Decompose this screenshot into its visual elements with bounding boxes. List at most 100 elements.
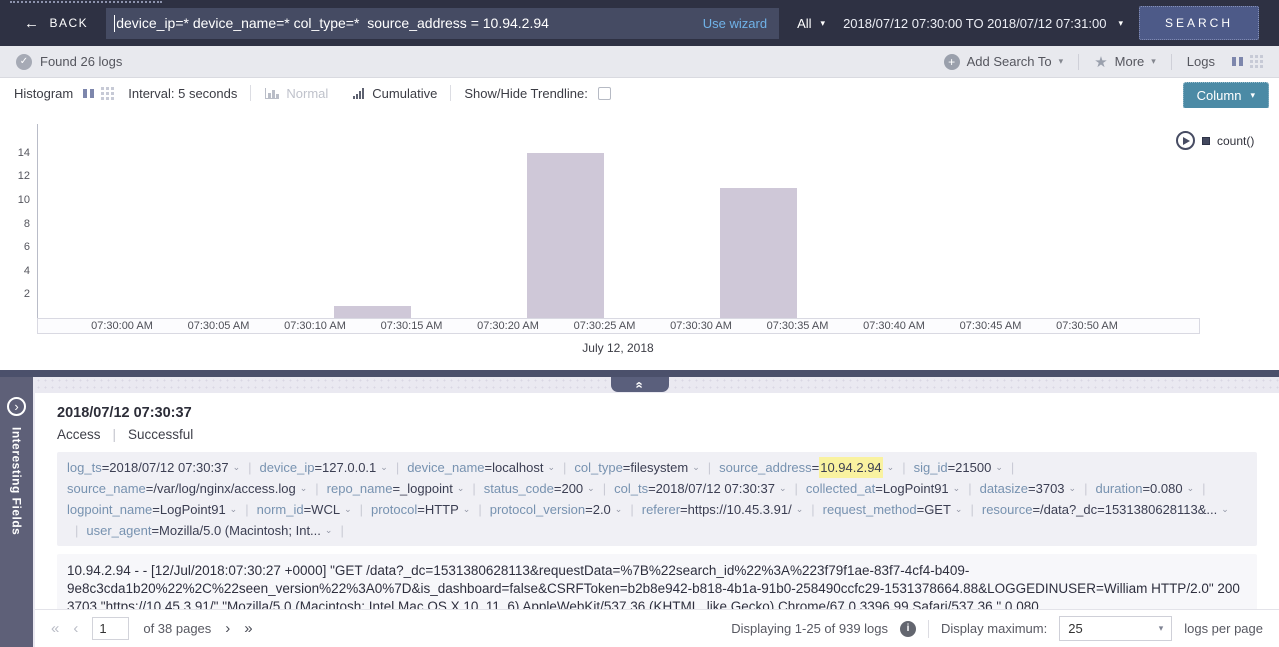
- field-value: 2.0: [593, 499, 611, 520]
- more-label: More: [1115, 54, 1145, 69]
- histogram-bar[interactable]: [527, 153, 604, 318]
- log-field-tag[interactable]: device_name=localhost⌄: [407, 457, 555, 478]
- log-field-tag[interactable]: sig_id=21500⌄: [914, 457, 1003, 478]
- log-field-tag[interactable]: norm_id=WCL⌄: [257, 499, 352, 520]
- prev-page-button[interactable]: ‹: [73, 620, 78, 637]
- grid-view-icon[interactable]: [1250, 55, 1263, 68]
- log-detail-panel: 2018/07/12 07:30:37 Access | Successful …: [35, 393, 1279, 647]
- field-key: request_method: [823, 499, 917, 520]
- log-field-tag[interactable]: protocol=HTTP⌄: [371, 499, 470, 520]
- histogram-toolbar: Histogram Interval: 5 seconds Normal Cum…: [0, 78, 1279, 108]
- back-button[interactable]: ← BACK: [24, 15, 88, 32]
- field-caret-icon: ⌄: [692, 457, 700, 478]
- field-key: col_ts: [614, 478, 648, 499]
- log-field-tag[interactable]: repo_name=_logpoint⌄: [327, 478, 465, 499]
- y-tick-label: 12: [0, 170, 30, 182]
- pagination-separator: [928, 620, 929, 638]
- log-labels: Access | Successful: [57, 427, 1257, 442]
- field-separator: |: [248, 457, 251, 478]
- cumulative-label: Cumulative: [372, 86, 437, 101]
- field-equals: =: [585, 499, 593, 520]
- collapse-histogram-button[interactable]: «: [611, 377, 669, 392]
- list-view-icon[interactable]: [1231, 55, 1244, 68]
- field-equals: =: [314, 457, 322, 478]
- log-field-tag[interactable]: collected_at=LogPoint91⌄: [806, 478, 960, 499]
- log-field-tag[interactable]: resource=/data?_dc=1531380628113&...⌄: [982, 499, 1229, 520]
- next-page-button[interactable]: ›: [225, 620, 230, 637]
- info-icon[interactable]: i: [900, 621, 916, 637]
- field-caret-icon: ⌄: [230, 499, 238, 520]
- field-value: 10.94.2.94: [819, 457, 882, 478]
- repo-scope-dropdown[interactable]: All ▾: [797, 16, 825, 31]
- field-key: protocol: [371, 499, 417, 520]
- field-equals: =: [102, 457, 110, 478]
- search-query-box[interactable]: device_ip=* device_name=* col_type=* sou…: [106, 8, 779, 39]
- replay-button[interactable]: [1176, 131, 1195, 150]
- field-separator: |: [75, 520, 78, 541]
- expand-sidebar-icon[interactable]: ›: [7, 397, 26, 416]
- field-caret-icon: ⌄: [325, 520, 333, 541]
- use-wizard-link[interactable]: Use wizard: [703, 16, 767, 31]
- field-equals: =: [680, 499, 688, 520]
- normal-mode-button[interactable]: Normal: [264, 86, 328, 101]
- log-field-tag[interactable]: col_ts=2018/07/12 07:30:37⌄: [614, 478, 786, 499]
- search-query-input[interactable]: device_ip=* device_name=* col_type=* sou…: [116, 15, 693, 31]
- field-separator: |: [340, 520, 343, 541]
- table-view-icon[interactable]: [101, 87, 114, 100]
- time-range-value[interactable]: 2018/07/12 07:30:00 TO 2018/07/12 07:31:…: [843, 16, 1106, 31]
- panel-divider[interactable]: [0, 370, 1279, 377]
- more-dropdown[interactable]: ★ More ▾: [1094, 53, 1156, 71]
- log-field-tag[interactable]: duration=0.080⌄: [1095, 478, 1194, 499]
- play-icon: [1183, 137, 1190, 145]
- log-record[interactable]: 2018/07/12 07:30:37 Access | Successful …: [35, 393, 1279, 609]
- interesting-fields-sidebar[interactable]: › Interesting Fields: [0, 377, 33, 647]
- log-field-tag[interactable]: device_ip=127.0.0.1⌄: [260, 457, 388, 478]
- x-tick-label: 07:30:00 AM: [91, 320, 153, 332]
- field-separator: |: [603, 478, 606, 499]
- x-tick-label: 07:30:15 AM: [381, 320, 443, 332]
- histogram-view-icon[interactable]: [82, 87, 95, 100]
- field-separator: |: [968, 478, 971, 499]
- field-separator: |: [811, 499, 814, 520]
- field-separator: |: [563, 457, 566, 478]
- display-maximum-select[interactable]: 25 ▾: [1059, 616, 1172, 641]
- x-tick-label: 07:30:25 AM: [574, 320, 636, 332]
- last-page-button[interactable]: »: [244, 620, 252, 637]
- log-field-tag[interactable]: log_ts=2018/07/12 07:30:37⌄: [67, 457, 240, 478]
- field-value: LogPoint91: [160, 499, 226, 520]
- field-caret-icon: ⌄: [615, 499, 623, 520]
- collapse-chevrons-icon: «: [634, 381, 644, 388]
- search-button[interactable]: SEARCH: [1139, 6, 1259, 40]
- x-tick-label: 07:30:45 AM: [960, 320, 1022, 332]
- check-icon: ✓: [16, 54, 32, 70]
- log-field-tag[interactable]: user_agent=Mozilla/5.0 (Macintosh; Int..…: [86, 520, 332, 541]
- trendline-checkbox[interactable]: [598, 87, 611, 100]
- page-number-input[interactable]: [92, 617, 129, 640]
- field-value: LogPoint91: [883, 478, 949, 499]
- field-value: 2018/07/12 07:30:37: [656, 478, 775, 499]
- time-range-caret-icon[interactable]: ▾: [1118, 18, 1123, 29]
- field-separator: |: [1084, 478, 1087, 499]
- log-field-tag[interactable]: source_address=10.94.2.94⌄: [719, 457, 894, 478]
- add-search-to-dropdown[interactable]: + Add Search To ▾: [944, 54, 1064, 70]
- log-field-tag[interactable]: status_code=200⌄: [484, 478, 595, 499]
- x-tick-label: 07:30:50 AM: [1056, 320, 1118, 332]
- log-field-tag[interactable]: source_name=/var/log/nginx/access.log⌄: [67, 478, 307, 499]
- log-field-tag[interactable]: referer=https://10.45.3.91/⌄: [642, 499, 804, 520]
- log-field-tag[interactable]: datasize=3703⌄: [980, 478, 1076, 499]
- log-field-tag[interactable]: logpoint_name=LogPoint91⌄: [67, 499, 237, 520]
- log-field-tag[interactable]: protocol_version=2.0⌄: [490, 499, 623, 520]
- first-page-button[interactable]: «: [51, 620, 59, 637]
- histogram-bar[interactable]: [334, 306, 411, 318]
- cumulative-mode-button[interactable]: Cumulative: [352, 86, 437, 101]
- x-tick-label: 07:30:10 AM: [284, 320, 346, 332]
- interval-label[interactable]: Interval: 5 seconds: [128, 86, 237, 101]
- histogram-bar[interactable]: [720, 188, 797, 318]
- log-field-tag[interactable]: request_method=GET⌄: [823, 499, 963, 520]
- chart-type-dropdown[interactable]: Column ▾: [1183, 82, 1269, 109]
- field-equals: =: [151, 520, 159, 541]
- field-equals: =: [648, 478, 656, 499]
- legend-label: count(): [1217, 134, 1254, 148]
- field-separator: |: [1202, 478, 1205, 499]
- log-field-tag[interactable]: col_type=filesystem⌄: [574, 457, 699, 478]
